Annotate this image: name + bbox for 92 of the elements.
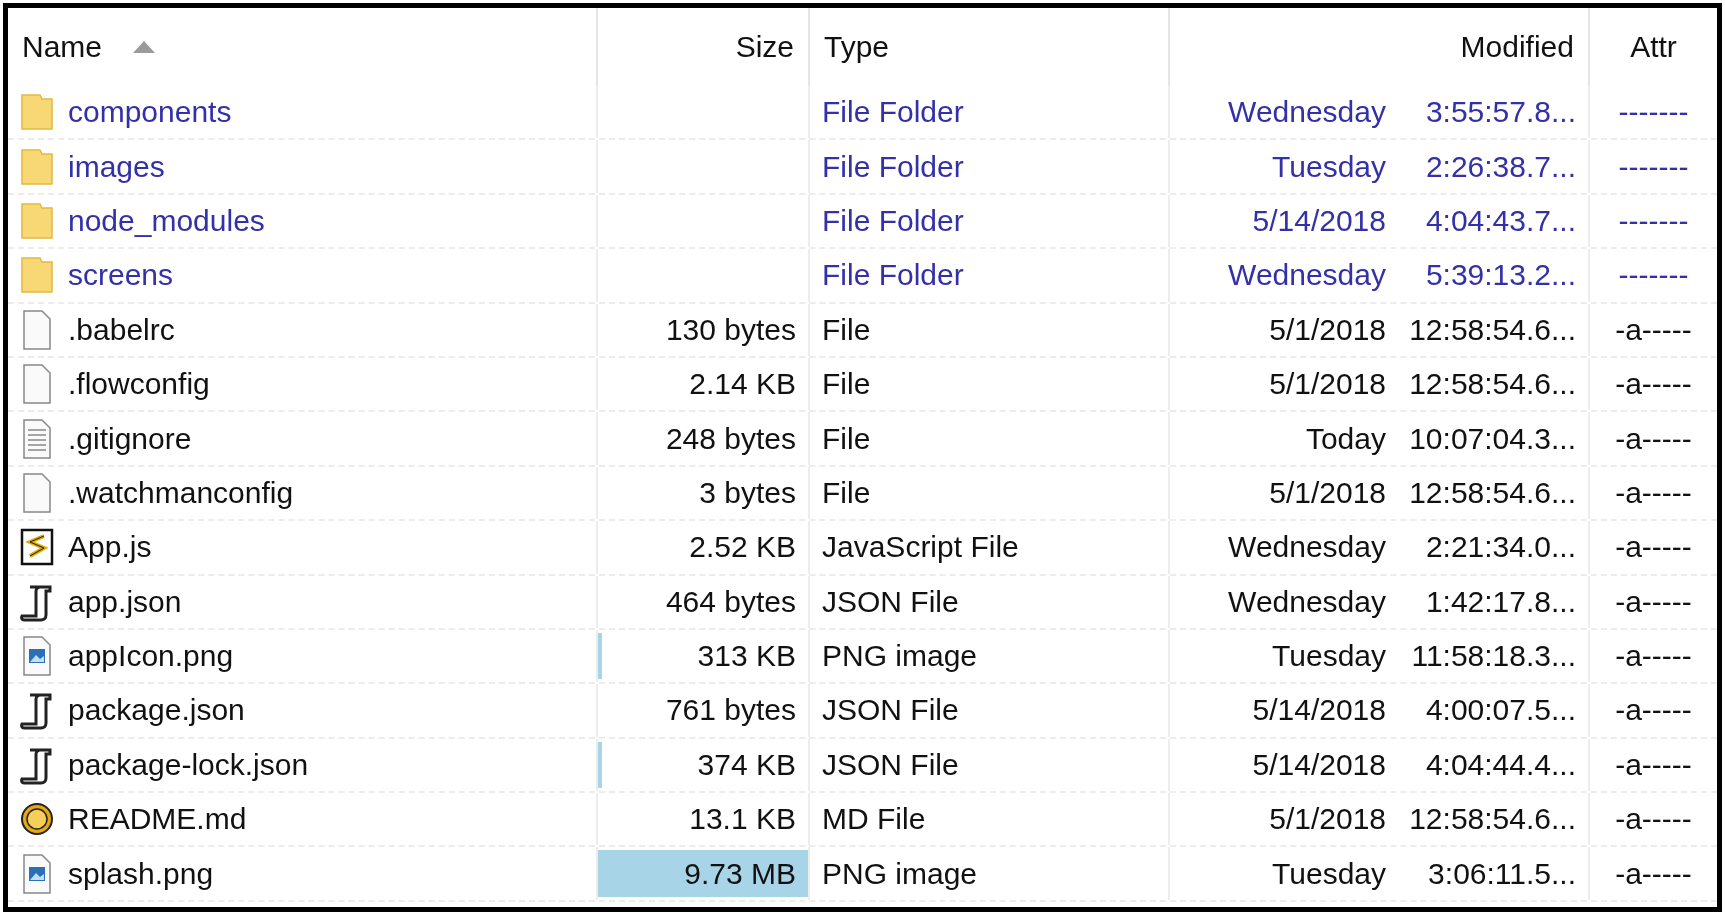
modified-time: 5:39:13.2...	[1424, 258, 1576, 293]
modified-time: 11:58:18.3...	[1410, 639, 1576, 674]
modified-date: Tuesday	[1272, 639, 1386, 674]
modified-date: 5/1/2018	[1269, 312, 1386, 347]
file-attributes: -a-----	[1615, 475, 1692, 510]
file-attributes: -a-----	[1615, 530, 1692, 565]
modified-time: 1:42:17.8...	[1424, 584, 1576, 619]
file-size: 2.14 KB	[689, 367, 796, 402]
file-size: 3 bytes	[699, 475, 796, 510]
modified-date: Wednesday	[1228, 530, 1386, 565]
file-name[interactable]: .watchmanconfig	[68, 475, 294, 510]
file-attributes: -a-----	[1615, 584, 1692, 619]
file-size: 374 KB	[697, 747, 796, 782]
modified-date: 5/1/2018	[1269, 802, 1386, 837]
file-type: JSON File	[822, 584, 959, 619]
file-attributes: -a-----	[1615, 693, 1692, 728]
file-icon	[20, 308, 54, 351]
modified-date: Tuesday	[1272, 149, 1386, 184]
file-type: File Folder	[822, 203, 964, 238]
file-attributes: -a-----	[1615, 802, 1692, 837]
modified-date: 5/1/2018	[1269, 475, 1386, 510]
file-size: 761 bytes	[665, 693, 796, 728]
file-size: 9.73 MB	[684, 856, 796, 891]
file-attributes: -------	[1618, 95, 1689, 130]
file-name[interactable]: App.js	[68, 530, 152, 565]
file-name[interactable]: package.json	[68, 693, 245, 728]
modified-time: 12:58:54.6...	[1408, 802, 1576, 837]
file-attributes: -a-----	[1615, 312, 1692, 347]
modified-time: 2:21:34.0...	[1424, 530, 1576, 565]
modified-time: 3:06:11.5...	[1427, 856, 1576, 891]
file-name[interactable]: app.json	[68, 584, 182, 619]
file-attributes: -------	[1618, 203, 1689, 238]
modified-date: 5/14/2018	[1252, 747, 1386, 782]
file-attributes: -a-----	[1615, 421, 1692, 456]
file-name[interactable]: .babelrc	[68, 312, 175, 347]
file-type: JSON File	[822, 747, 959, 782]
file-type: File	[822, 312, 871, 347]
file-size: 248 bytes	[665, 421, 796, 456]
file-type: PNG image	[822, 639, 978, 674]
file-size: 2.52 KB	[689, 530, 796, 565]
file-attributes: -a-----	[1615, 639, 1692, 674]
file-type: File	[822, 475, 871, 510]
modified-date: Wednesday	[1228, 258, 1386, 293]
file-icon	[20, 363, 54, 406]
file-type: MD File	[822, 802, 926, 837]
file-name[interactable]: .gitignore	[68, 421, 192, 456]
modified-time: 12:58:54.6...	[1408, 312, 1576, 347]
modified-time: 4:04:43.7...	[1424, 203, 1576, 238]
file-type: File	[822, 421, 871, 456]
modified-time: 2:26:38.7...	[1424, 149, 1576, 184]
file-attributes: -------	[1618, 149, 1689, 184]
modified-date: 5/14/2018	[1252, 203, 1386, 238]
file-icon	[20, 471, 54, 514]
file-attributes: -a-----	[1615, 367, 1692, 402]
image-file-icon	[20, 635, 54, 678]
file-name[interactable]: node_modules	[68, 203, 265, 238]
file-attributes: -a-----	[1615, 856, 1692, 891]
file-type: File Folder	[822, 258, 964, 293]
file-name[interactable]: README.md	[68, 802, 247, 837]
file-type: JavaScript File	[822, 530, 1019, 565]
file-name[interactable]: package-lock.json	[68, 747, 309, 782]
modified-time: 12:58:54.6...	[1408, 367, 1576, 402]
file-name[interactable]: images	[68, 149, 165, 184]
file-type: File	[822, 367, 871, 402]
modified-date: Wednesday	[1228, 584, 1386, 619]
file-attributes: -------	[1618, 258, 1689, 293]
modified-time: 4:04:44.4...	[1424, 747, 1576, 782]
modified-time: 10:07:04.3...	[1408, 421, 1576, 456]
modified-time: 12:58:54.6...	[1408, 475, 1576, 510]
modified-date: Tuesday	[1272, 856, 1386, 891]
modified-date: Wednesday	[1228, 95, 1386, 130]
modified-date: 5/1/2018	[1269, 367, 1386, 402]
modified-time: 4:00:07.5...	[1424, 693, 1576, 728]
file-name[interactable]: .flowconfig	[68, 367, 210, 402]
file-size: 130 bytes	[665, 312, 796, 347]
modified-date: Today	[1305, 421, 1386, 456]
modified-time: 3:55:57.8...	[1424, 95, 1576, 130]
file-attributes: -a-----	[1615, 747, 1692, 782]
file-size: 464 bytes	[665, 584, 796, 619]
modified-date: 5/14/2018	[1252, 693, 1386, 728]
file-type: File Folder	[822, 95, 964, 130]
text-file-icon	[20, 417, 54, 460]
file-name[interactable]: appIcon.png	[68, 639, 234, 674]
file-name[interactable]: components	[68, 95, 232, 130]
file-type: PNG image	[822, 856, 978, 891]
file-name[interactable]: splash.png	[68, 856, 214, 891]
file-type: File Folder	[822, 149, 964, 184]
file-size: 13.1 KB	[689, 802, 796, 837]
image-file-icon	[20, 852, 54, 895]
file-size: 313 KB	[697, 639, 796, 674]
file-name[interactable]: screens	[68, 258, 174, 293]
file-type: JSON File	[822, 693, 959, 728]
